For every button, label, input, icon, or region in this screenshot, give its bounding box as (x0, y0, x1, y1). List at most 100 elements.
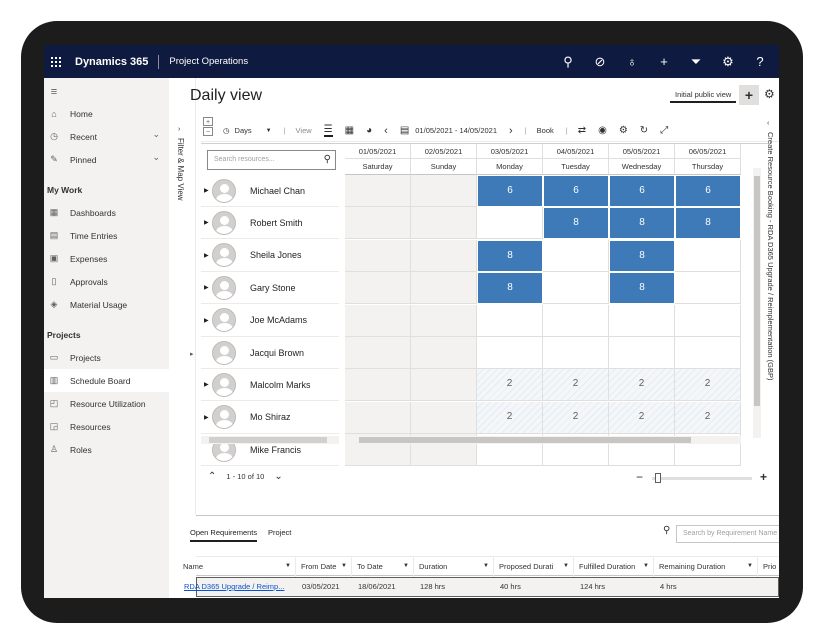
schedule-cell[interactable] (543, 239, 609, 272)
collapse-handle-icon[interactable]: ▸ (190, 350, 194, 358)
chevron-down-icon[interactable]: ▼ (643, 557, 649, 576)
schedule-cell[interactable] (477, 337, 543, 369)
sidebar-item-pinned[interactable]: ✎ Pinned ⌄ (44, 148, 169, 171)
resource-name[interactable]: Joe McAdams (250, 315, 307, 325)
sidebar-item-material-usage[interactable]: ◈ Material Usage (44, 293, 169, 316)
expand-arrow-icon[interactable]: ▶ (204, 252, 212, 259)
resource-name[interactable]: Jacqui Brown (250, 348, 304, 358)
sidebar-item-schedule-board[interactable]: ▥ Schedule Board (44, 369, 169, 392)
schedule-cell[interactable] (411, 369, 477, 402)
sidebar-item-approvals[interactable]: ▯ Approvals (44, 270, 169, 293)
resource-name[interactable]: Malcolm Marks (250, 380, 311, 390)
fullscreen-icon[interactable]: ⤢ (660, 125, 668, 136)
brand-name[interactable]: Dynamics 365 (75, 56, 148, 68)
tentative-booking-block[interactable]: 2 (609, 401, 675, 434)
search-icon[interactable]: ⚲ (324, 154, 331, 165)
table-row[interactable]: RDA D365 Upgrade / Reimp... 03/05/2021 1… (184, 577, 779, 597)
expand-arrow-icon[interactable]: ▶ (204, 317, 212, 324)
list-view-icon[interactable]: ☰ (323, 124, 333, 137)
scrollbar-thumb[interactable] (209, 437, 327, 443)
vertical-scrollbar[interactable] (753, 168, 761, 438)
chevron-down-icon[interactable]: ⌄ (152, 129, 160, 140)
schedule-cell[interactable] (543, 272, 609, 305)
resource-row[interactable]: ▶ Mo Shiraz (201, 402, 339, 434)
filter-icon[interactable]: ⏷ (687, 54, 705, 70)
schedule-cell[interactable] (675, 272, 741, 305)
resource-name[interactable]: Mo Shiraz (250, 412, 291, 422)
day-column-header[interactable]: 05/05/2021 Wednesday (609, 144, 675, 175)
hamburger-menu-icon[interactable]: ≡ (44, 82, 169, 102)
refresh-icon[interactable]: ↻ (640, 125, 648, 136)
tentative-booking-block[interactable]: 2 (609, 369, 675, 402)
book-button[interactable]: Book (537, 126, 554, 135)
expand-arrow-icon[interactable]: ▶ (204, 187, 212, 194)
tentative-booking-block[interactable]: 2 (675, 401, 741, 434)
gear-icon[interactable]: ⚙ (719, 54, 737, 70)
column-header-proposed-duration[interactable]: Proposed Durati ▼ (494, 557, 574, 577)
resource-row[interactable]: ▶ Joe McAdams (201, 305, 339, 337)
schedule-cell[interactable] (675, 337, 741, 369)
expand-arrow-icon[interactable]: ▶ (204, 219, 212, 226)
column-header-name[interactable]: Name ▼ (178, 557, 296, 577)
expand-arrow-icon[interactable]: ▶ (204, 381, 212, 388)
sidebar-item-recent[interactable]: ◷ Recent ⌄ (44, 125, 169, 148)
schedule-cell[interactable] (411, 304, 477, 337)
app-name[interactable]: Project Operations (169, 56, 248, 67)
zoom-out-icon[interactable]: − (636, 470, 643, 484)
day-column-header[interactable]: 02/05/2021 Sunday (411, 144, 477, 175)
chevron-down-icon[interactable]: ▼ (563, 557, 569, 576)
next-icon[interactable]: › (509, 125, 513, 137)
chevron-down-icon[interactable]: ▼ (483, 557, 489, 576)
plus-icon[interactable]: + (655, 54, 673, 69)
day-column-header[interactable]: 03/05/2021 Monday (477, 144, 543, 175)
lightbulb-icon[interactable]: ♁ (623, 54, 641, 69)
day-column-header[interactable]: 04/05/2021 Tuesday (543, 144, 609, 175)
chevron-down-icon[interactable]: ▼ (341, 557, 347, 576)
add-button[interactable]: + (739, 85, 759, 105)
scrollbar-thumb[interactable] (754, 176, 760, 406)
zoom-slider-thumb[interactable] (655, 473, 661, 483)
resource-row[interactable]: ▶ Sheila Jones (201, 240, 339, 272)
calendar-icon[interactable]: ▤ (400, 125, 409, 136)
booking-block[interactable]: 8 (609, 239, 675, 272)
schedule-cell[interactable] (411, 239, 477, 272)
sidebar-item-resources[interactable]: ◲ Resources (44, 415, 169, 438)
grid-view-icon[interactable]: ▦ (345, 125, 354, 136)
search-requirement-input[interactable]: Search by Requirement Name (676, 525, 779, 543)
page-down-icon[interactable]: ⌄ (274, 471, 282, 482)
schedule-cell[interactable] (411, 272, 477, 305)
tentative-booking-block[interactable]: 2 (477, 401, 543, 434)
app-launcher-icon[interactable] (51, 56, 61, 67)
filter-map-strip[interactable]: › Filter & Map View ▸ (169, 78, 196, 515)
schedule-cell[interactable] (609, 337, 675, 369)
schedule-cell[interactable] (411, 175, 477, 207)
schedule-cell[interactable] (477, 207, 543, 240)
resource-row[interactable]: Jacqui Brown (201, 337, 339, 369)
column-header-remaining-duration[interactable]: Remaining Duration ▼ (654, 557, 758, 577)
schedule-cell[interactable] (345, 337, 411, 369)
column-header-duration[interactable]: Duration ▼ (414, 557, 494, 577)
zoom-in-icon[interactable]: + (760, 470, 767, 484)
booking-block[interactable]: 6 (477, 175, 543, 207)
column-header-fulfilled-duration[interactable]: Fulfilled Duration ▼ (574, 557, 654, 577)
tentative-booking-block[interactable]: 2 (543, 369, 609, 402)
tab-project[interactable]: Project (268, 528, 291, 537)
filter-map-view-label[interactable]: Filter & Map View (176, 138, 185, 201)
booking-block[interactable]: 6 (675, 175, 741, 207)
expand-arrow-icon[interactable]: ▶ (204, 284, 212, 291)
schedule-cell[interactable] (345, 175, 411, 207)
column-header-from-date[interactable]: From Date ▼ (296, 557, 352, 577)
chevron-down-icon[interactable]: ⌄ (152, 152, 160, 163)
booking-block[interactable]: 8 (543, 207, 609, 240)
schedule-cell[interactable] (609, 304, 675, 337)
help-icon[interactable]: ? (751, 54, 769, 69)
resource-horizontal-scrollbar[interactable] (201, 436, 339, 444)
resource-row[interactable]: ▶ Gary Stone (201, 272, 339, 305)
resource-row[interactable]: ▶ Malcolm Marks (201, 369, 339, 402)
eye-icon[interactable]: ◉ (598, 125, 607, 136)
requirement-name-link[interactable]: RDA D365 Upgrade / Reimp... (179, 578, 297, 596)
sidebar-item-roles[interactable]: ♙ Roles (44, 438, 169, 461)
column-header-priority[interactable]: Prio (758, 557, 779, 577)
search-icon[interactable]: ⚲ (663, 525, 670, 536)
horizontal-scrollbar[interactable] (351, 436, 741, 444)
